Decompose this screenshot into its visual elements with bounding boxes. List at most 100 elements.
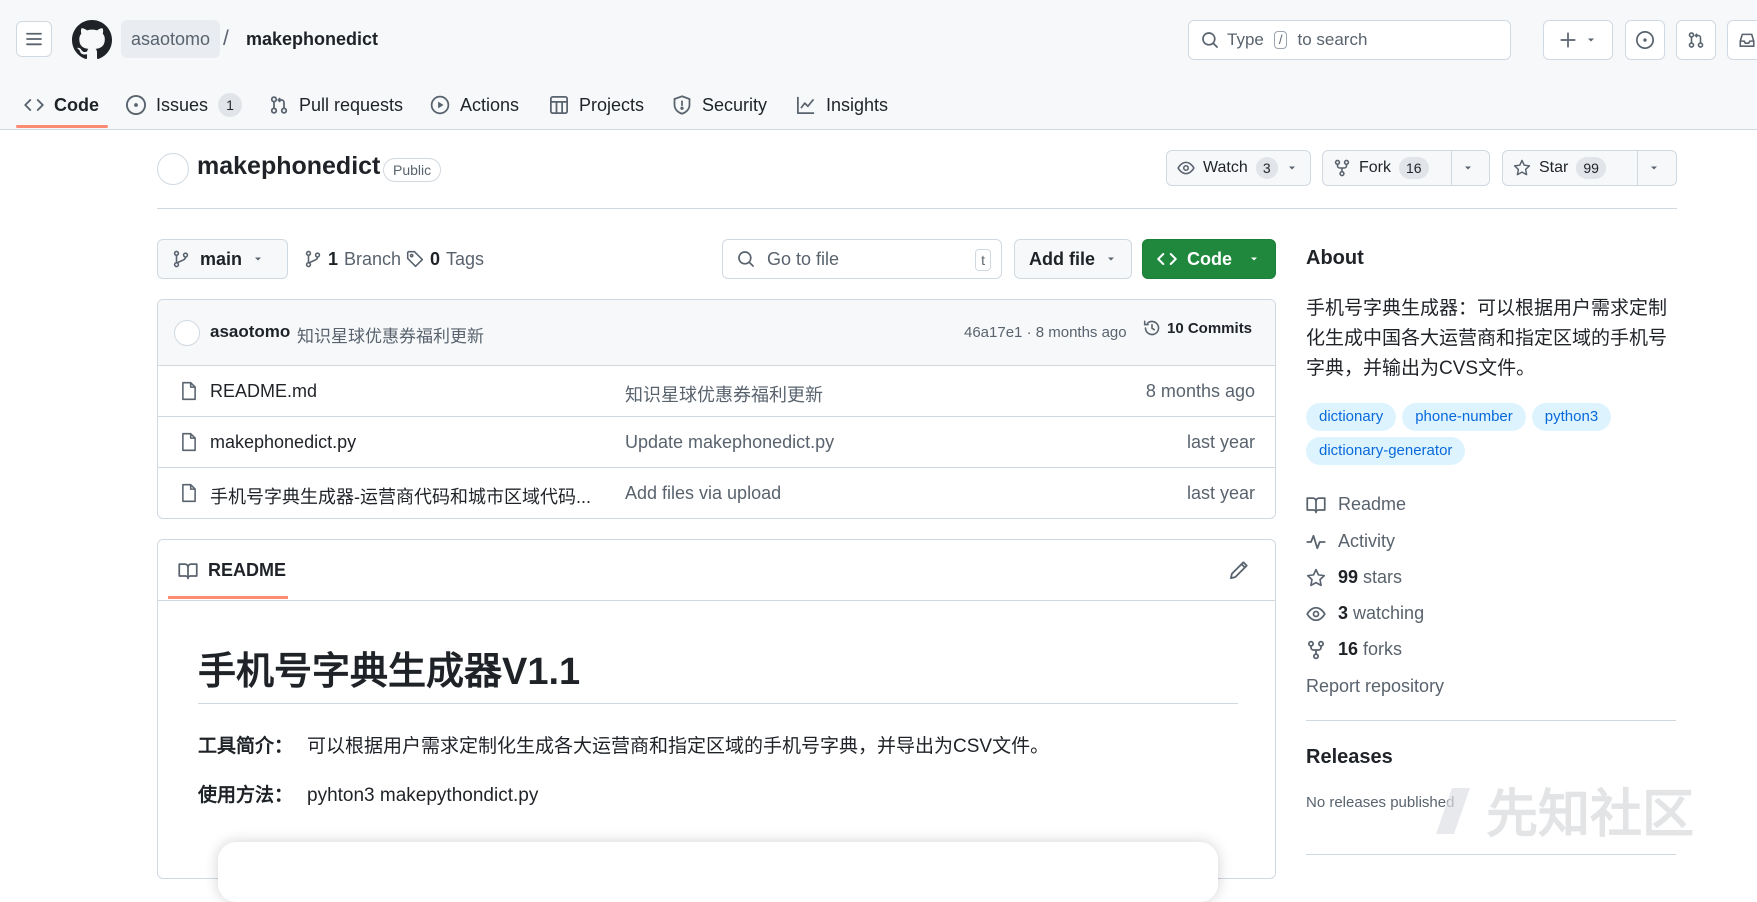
code-button[interactable]: Code — [1142, 239, 1276, 279]
star-icon — [1513, 159, 1531, 176]
file-commit-time: 8 months ago — [1145, 381, 1255, 401]
readme-header: README — [158, 540, 1275, 601]
commit-author-avatar[interactable] — [174, 320, 200, 346]
file-commit-message[interactable]: Update makephonedict.py — [625, 432, 834, 453]
branches-link[interactable]: 1 Branch — [304, 239, 401, 279]
search-icon — [738, 251, 754, 267]
readme-title: 手机号字典生成器V1.1 — [198, 651, 581, 693]
file-name[interactable]: 手机号字典生成器-运营商代码和城市区域代码... — [210, 483, 591, 509]
readme-tab-label: README — [208, 560, 287, 580]
search-input[interactable]: Type / to search — [1188, 20, 1511, 60]
releases-heading[interactable]: Releases — [1306, 746, 1393, 769]
inbox-button[interactable] — [1727, 20, 1757, 60]
tab-projects[interactable]: Projects — [549, 80, 644, 130]
branch-select[interactable]: main — [157, 239, 288, 279]
watching-link[interactable]: 3 watching — [1306, 603, 1424, 624]
star-icon — [1306, 568, 1326, 586]
title-divider — [157, 208, 1677, 209]
star-button-group: Star 99 — [1502, 150, 1677, 186]
file-row[interactable]: 手机号字典生成器-运营商代码和城市区域代码... Add files via u… — [158, 468, 1275, 518]
commits-link[interactable]: 10 Commits — [1143, 319, 1252, 337]
readme-link[interactable]: Readme — [1306, 494, 1406, 515]
pull-requests-button[interactable] — [1676, 20, 1716, 60]
search-suffix: to search — [1297, 30, 1368, 49]
forks-count: 16 — [1338, 639, 1359, 659]
readme-usage: 使用方法： pyhton3 makepythondict.py — [198, 780, 538, 807]
topic-tag[interactable]: dictionary — [1306, 403, 1397, 431]
commit-hash-time[interactable]: 46a17e1 · 8 months ago — [964, 324, 1127, 341]
menu-button[interactable] — [16, 21, 52, 57]
star-label: Star — [1539, 159, 1569, 176]
fork-button-group: Fork 16 — [1322, 150, 1490, 186]
tab-pull-requests[interactable]: Pull requests — [269, 80, 403, 130]
file-commit-message[interactable]: Add files via upload — [625, 483, 781, 504]
fork-icon — [1334, 159, 1350, 177]
tab-label: Projects — [579, 94, 645, 115]
issues-button[interactable] — [1625, 20, 1665, 60]
breadcrumb-owner[interactable]: asaotomo — [121, 20, 221, 58]
issue-opened-icon — [1636, 31, 1654, 49]
watermark-logo-icon — [1436, 787, 1470, 834]
file-row[interactable]: README.md 知识星球优惠券福利更新 8 months ago — [158, 366, 1275, 417]
commits-count-label: 10 Commits — [1167, 319, 1253, 337]
play-icon — [430, 95, 450, 115]
forks-label: forks — [1363, 639, 1403, 659]
file-icon — [182, 381, 196, 401]
issue-icon — [126, 95, 146, 115]
about-description: 手机号字典生成器：可以根据用户需求定制化生成中国各大运营商和指定区域的手机号字典… — [1306, 298, 1668, 379]
fork-button[interactable]: Fork 16 — [1323, 151, 1451, 185]
repo-title[interactable]: makephonedict — [197, 152, 380, 181]
tab-actions[interactable]: Actions — [430, 80, 519, 130]
fork-dropdown[interactable] — [1451, 151, 1484, 185]
tab-code[interactable]: Code — [24, 80, 99, 130]
tab-security[interactable]: Security — [672, 80, 767, 130]
fork-label: Fork — [1359, 159, 1391, 176]
plus-icon — [1560, 32, 1576, 48]
watch-button[interactable]: Watch 3 — [1167, 151, 1308, 185]
commit-author[interactable]: asaotomo — [210, 322, 290, 342]
file-icon — [182, 483, 196, 503]
topics-list: dictionary phone-number python3 dictiona… — [1306, 403, 1676, 465]
tab-insights[interactable]: Insights — [796, 80, 888, 130]
branch-name: main — [200, 248, 243, 269]
add-file-button[interactable]: Add file — [1014, 239, 1132, 279]
github-logo[interactable] — [72, 20, 112, 60]
topic-tag[interactable]: dictionary-generator — [1306, 437, 1466, 465]
code-icon — [24, 99, 44, 111]
about-heading: About — [1306, 247, 1364, 269]
fork-icon — [1307, 640, 1325, 659]
star-count: 99 — [1576, 157, 1606, 179]
book-icon — [1306, 496, 1326, 513]
file-row[interactable]: makephonedict.py Update makephonedict.py… — [158, 417, 1275, 468]
pencil-icon[interactable] — [1229, 560, 1249, 580]
go-to-file-input[interactable]: Go to file t — [722, 239, 1002, 279]
shield-icon — [673, 95, 691, 115]
star-button[interactable]: Star 99 — [1503, 151, 1637, 185]
repo-owner-avatar[interactable] — [157, 153, 189, 185]
selected-tab-indicator — [16, 125, 108, 128]
readme-tab[interactable]: README — [178, 560, 286, 581]
star-dropdown[interactable] — [1637, 151, 1670, 185]
file-name[interactable]: makephonedict.py — [210, 432, 356, 453]
caret-down-icon — [1108, 257, 1114, 261]
book-icon — [178, 562, 198, 579]
go-to-file-shortcut: t — [975, 249, 991, 271]
breadcrumb-separator: / — [223, 27, 229, 50]
stars-link[interactable]: 99 stars — [1306, 567, 1402, 588]
tab-label: Pull requests — [299, 94, 404, 115]
breadcrumb-repo[interactable]: makephonedict — [246, 20, 378, 58]
topic-tag[interactable]: phone-number — [1402, 403, 1526, 431]
forks-link[interactable]: 16 forks — [1306, 639, 1402, 660]
branch-icon — [305, 250, 321, 268]
file-commit-message[interactable]: 知识星球优惠券福利更新 — [625, 381, 823, 407]
readme-intro: 工具简介： 可以根据用户需求定制化生成各大运营商和指定区域的手机号字典，并导出为C… — [198, 731, 1049, 758]
topic-tag[interactable]: python3 — [1531, 403, 1612, 431]
activity-link[interactable]: Activity — [1306, 531, 1395, 552]
file-name[interactable]: README.md — [210, 381, 317, 402]
tags-link[interactable]: 0 Tags — [406, 239, 484, 279]
report-repository-link[interactable]: Report repository — [1306, 676, 1444, 697]
tab-issues[interactable]: Issues 1 — [126, 80, 243, 130]
create-new-button[interactable] — [1543, 20, 1613, 60]
file-table: asaotomo 知识星球优惠券福利更新 46a17e1 · 8 months … — [157, 299, 1276, 519]
commit-message[interactable]: 知识星球优惠券福利更新 — [297, 322, 484, 347]
